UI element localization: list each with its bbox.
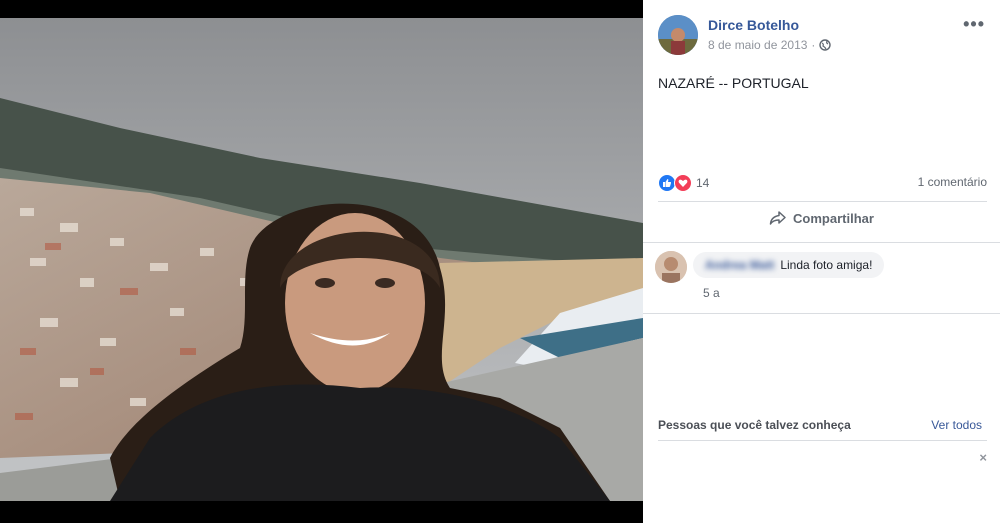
commenter-avatar[interactable] (655, 251, 687, 283)
see-all-link[interactable]: Ver todos (931, 418, 982, 432)
post-date[interactable]: 8 de maio de 2013 (708, 38, 807, 52)
post-caption: NAZARÉ -- PORTUGAL (658, 75, 809, 91)
divider (658, 440, 987, 441)
reaction-count: 14 (696, 176, 710, 190)
comment-count-link[interactable]: 1 comentário (918, 175, 987, 189)
photo-image (0, 18, 643, 501)
more-options-button[interactable]: ••• (963, 14, 985, 35)
globe-icon[interactable] (819, 39, 832, 51)
commenter-name[interactable]: Andrea Matt (705, 258, 774, 272)
meta-separator: · (811, 38, 816, 52)
love-icon (674, 174, 692, 192)
comment-time[interactable]: 5 a (703, 286, 720, 300)
share-icon (769, 211, 786, 225)
post-side-panel: Dirce Botelho 8 de maio de 2013 · ••• NA… (643, 0, 1000, 523)
author-name[interactable]: Dirce Botelho (708, 17, 799, 33)
post-meta: 8 de maio de 2013 · (708, 38, 832, 52)
author-avatar[interactable] (658, 15, 698, 55)
close-icon[interactable]: × (979, 450, 987, 465)
avatar-image (658, 15, 698, 55)
reactions-summary[interactable]: 14 (658, 174, 709, 192)
comment-bubble: Andrea Matt Linda foto amiga! (693, 252, 885, 278)
photo-viewer (0, 0, 643, 523)
share-label: Compartilhar (793, 210, 874, 226)
post-photo[interactable] (0, 18, 643, 501)
comments-section: Andrea Matt Linda foto amiga! 5 a (643, 242, 1000, 314)
comment-text: Linda foto amiga! (780, 258, 873, 272)
divider (658, 201, 987, 202)
share-button[interactable]: Compartilhar (643, 210, 1000, 226)
pymk-title: Pessoas que você talvez conheça (658, 418, 851, 432)
